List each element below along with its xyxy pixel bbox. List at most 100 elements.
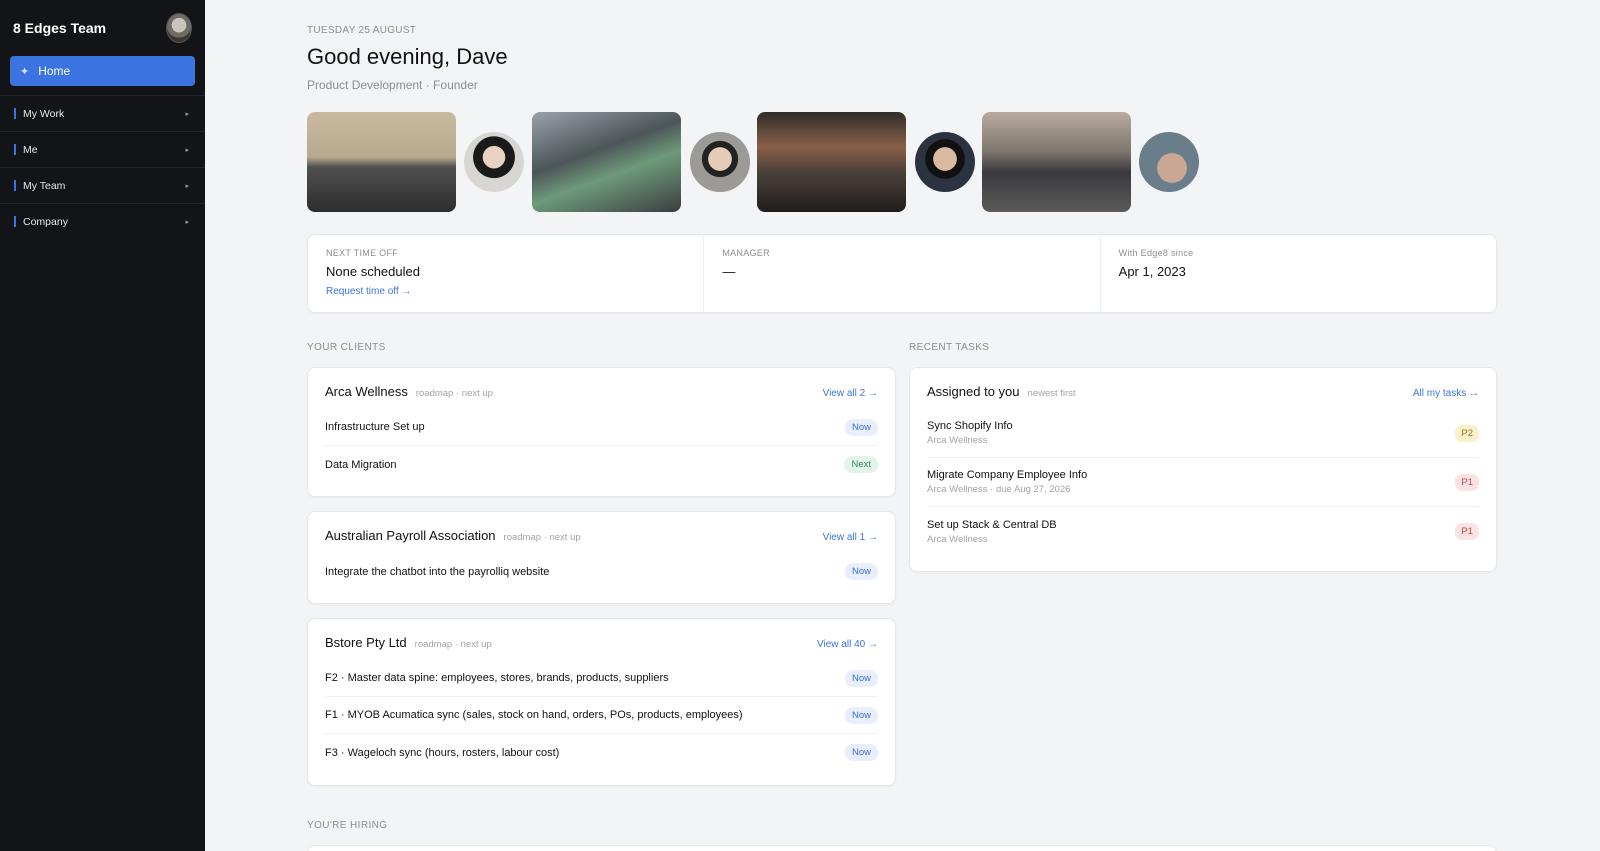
client-card-bstore-pty-ltd: Bstore Pty Ltd roadmap · next up View al… — [307, 618, 896, 786]
roadmap-item[interactable]: Integrate the chatbot into the payrolliq… — [325, 553, 878, 590]
team-member-avatar[interactable] — [690, 132, 750, 192]
task-subtitle: Arca Wellness — [927, 533, 988, 545]
user-role: Product Development · Founder — [307, 78, 478, 92]
sidebar-item-company[interactable]: Company ▸ — [0, 203, 205, 239]
view-all-link[interactable]: View all 40 → — [817, 639, 878, 650]
client-card-australian-payroll-association: Australian Payroll Association roadmap ·… — [307, 511, 896, 604]
request-time-off-link[interactable]: Request time off → — [326, 286, 685, 297]
task-title: Set up Stack & Central DB — [927, 518, 1057, 531]
team-photo[interactable] — [307, 112, 456, 212]
priority-badge: P1 — [1455, 473, 1479, 491]
status-badge: Now — [844, 669, 878, 687]
sidebar-item-my-work[interactable]: My Work ▸ — [0, 95, 205, 131]
roadmap-item-title: Data Migration — [325, 458, 397, 471]
client-header: Bstore Pty Ltd roadmap · next up View al… — [308, 619, 895, 660]
task-subtitle: Arca Wellness · due Aug 27, 2026 — [927, 484, 1071, 495]
team-photo[interactable] — [532, 112, 681, 212]
priority-badge: P2 — [1455, 424, 1479, 442]
stat-value: None scheduled — [326, 264, 420, 279]
tasks-header: Assigned to you newest first All my task… — [910, 368, 1496, 409]
task-row[interactable]: Migrate Company Employee Info Arca Welln… — [927, 458, 1479, 507]
task-title: Migrate Company Employee Info — [927, 469, 1088, 481]
team-member-avatar[interactable] — [915, 132, 975, 192]
stat-tenure: With Edge8 since Apr 1, 2023 — [1101, 235, 1496, 312]
view-all-link[interactable]: View all 2 → — [823, 388, 878, 399]
task-title: Sync Shopify Info — [927, 420, 1013, 432]
user-avatar[interactable] — [166, 13, 192, 43]
roadmap-item[interactable]: F3 · Wageloch sync (hours, rosters, labo… — [325, 734, 878, 771]
client-name[interactable]: Australian Payroll Association — [325, 528, 496, 543]
team-photo[interactable] — [982, 112, 1131, 212]
roadmap-item-title: F1 · MYOB Acumatica sync (sales, stock o… — [325, 709, 743, 721]
summary-stats: NEXT TIME OFF None scheduled Request tim… — [307, 234, 1497, 313]
roadmap-item[interactable]: F2 · Master data spine: employees, store… — [325, 660, 878, 697]
stat-next-time-off: NEXT TIME OFF None scheduled Request tim… — [308, 235, 705, 312]
client-header: Arca Wellness roadmap · next up View all… — [308, 368, 895, 409]
hiring-card — [307, 845, 1497, 851]
chevron-right-icon: ▸ — [185, 182, 189, 190]
team-member-avatar[interactable] — [1139, 132, 1199, 192]
home-icon: ✦ — [20, 65, 30, 78]
task-row[interactable]: Set up Stack & Central DB Arca Wellness … — [927, 507, 1479, 556]
status-badge: Now — [844, 418, 878, 436]
accent-bar — [14, 108, 16, 119]
roadmap-item[interactable]: Data Migration Next — [325, 446, 878, 483]
view-all-link[interactable]: View all 1 → — [823, 532, 878, 543]
clients-section-label: YOUR CLIENTS — [307, 342, 386, 353]
task-subtitle: Arca Wellness — [927, 435, 988, 446]
task-text: Migrate Company Employee Info Arca Welln… — [927, 469, 1087, 495]
task-text: Sync Shopify Info Arca Wellness — [927, 420, 1013, 446]
chevron-right-icon: ▸ — [185, 146, 189, 154]
sidebar-item-label: My Work — [23, 107, 65, 120]
client-card-arca-wellness: Arca Wellness roadmap · next up View all… — [307, 367, 896, 497]
status-badge: Next — [844, 456, 878, 473]
stat-value: Apr 1, 2023 — [1118, 264, 1186, 279]
roadmap-item-title: F2 · Master data spine: employees, store… — [325, 672, 669, 684]
assigned-tasks-card: Assigned to you newest first All my task… — [909, 367, 1497, 572]
sidebar-item-label: Company — [23, 215, 68, 228]
stat-value: — — [722, 264, 736, 279]
tasks-title: Assigned to you — [927, 384, 1020, 399]
sidebar-header: 8 Edges Team — [0, 0, 205, 56]
tasks-section-label: RECENT TASKS — [909, 342, 990, 353]
roadmap-item[interactable]: Infrastructure Set up Now — [325, 409, 878, 446]
client-name[interactable]: Arca Wellness — [325, 384, 408, 399]
status-badge: Now — [844, 563, 878, 580]
stat-label: MANAGER — [722, 248, 770, 258]
sidebar-item-label: Me — [23, 143, 38, 156]
chevron-right-icon: ▸ — [185, 110, 189, 118]
accent-bar — [14, 180, 16, 191]
accent-bar — [14, 216, 16, 227]
sidebar-item-me[interactable]: Me ▸ — [0, 131, 205, 167]
hiring-section-label: YOU'RE HIRING — [307, 820, 388, 831]
roadmap-item-title: F3 · Wageloch sync (hours, rosters, labo… — [325, 746, 560, 759]
priority-badge: P1 — [1455, 523, 1479, 540]
task-row[interactable]: Sync Shopify Info Arca Wellness P2 — [927, 409, 1479, 458]
stat-label: With Edge8 since — [1118, 248, 1194, 258]
team-member-avatar[interactable] — [464, 132, 524, 192]
tasks-subtitle: newest first — [1027, 388, 1076, 399]
sidebar-item-label: Home — [38, 64, 71, 78]
sidebar-nav: My Work ▸ Me ▸ My Team ▸ Company ▸ — [0, 95, 205, 239]
stat-manager: MANAGER — — [704, 235, 1101, 312]
sidebar: 8 Edges Team ✦ Home My Work ▸ Me ▸ My Te… — [0, 0, 205, 851]
current-date: TUESDAY 25 AUGUST — [307, 25, 417, 36]
client-name[interactable]: Bstore Pty Ltd — [325, 635, 407, 650]
client-header: Australian Payroll Association roadmap ·… — [308, 512, 895, 553]
client-subtitle: roadmap · next up — [503, 532, 581, 543]
sidebar-item-my-team[interactable]: My Team ▸ — [0, 167, 205, 203]
sidebar-item-label: My Team — [23, 179, 66, 192]
stat-label: NEXT TIME OFF — [326, 248, 399, 258]
accent-bar — [14, 144, 16, 155]
status-badge: Now — [844, 744, 878, 761]
roadmap-item[interactable]: F1 · MYOB Acumatica sync (sales, stock o… — [325, 697, 878, 734]
sidebar-item-home[interactable]: ✦ Home — [10, 56, 195, 86]
team-name[interactable]: 8 Edges Team — [13, 20, 106, 36]
page-title: Good evening, Dave — [307, 44, 508, 69]
roadmap-item-title: Infrastructure Set up — [325, 421, 425, 433]
roadmap-item-title: Integrate the chatbot into the payrolliq… — [325, 565, 550, 578]
chevron-right-icon: ▸ — [185, 218, 189, 226]
all-tasks-link[interactable]: All my tasks → — [1413, 388, 1479, 399]
client-subtitle: roadmap · next up — [414, 639, 492, 650]
team-photo[interactable] — [757, 112, 906, 212]
